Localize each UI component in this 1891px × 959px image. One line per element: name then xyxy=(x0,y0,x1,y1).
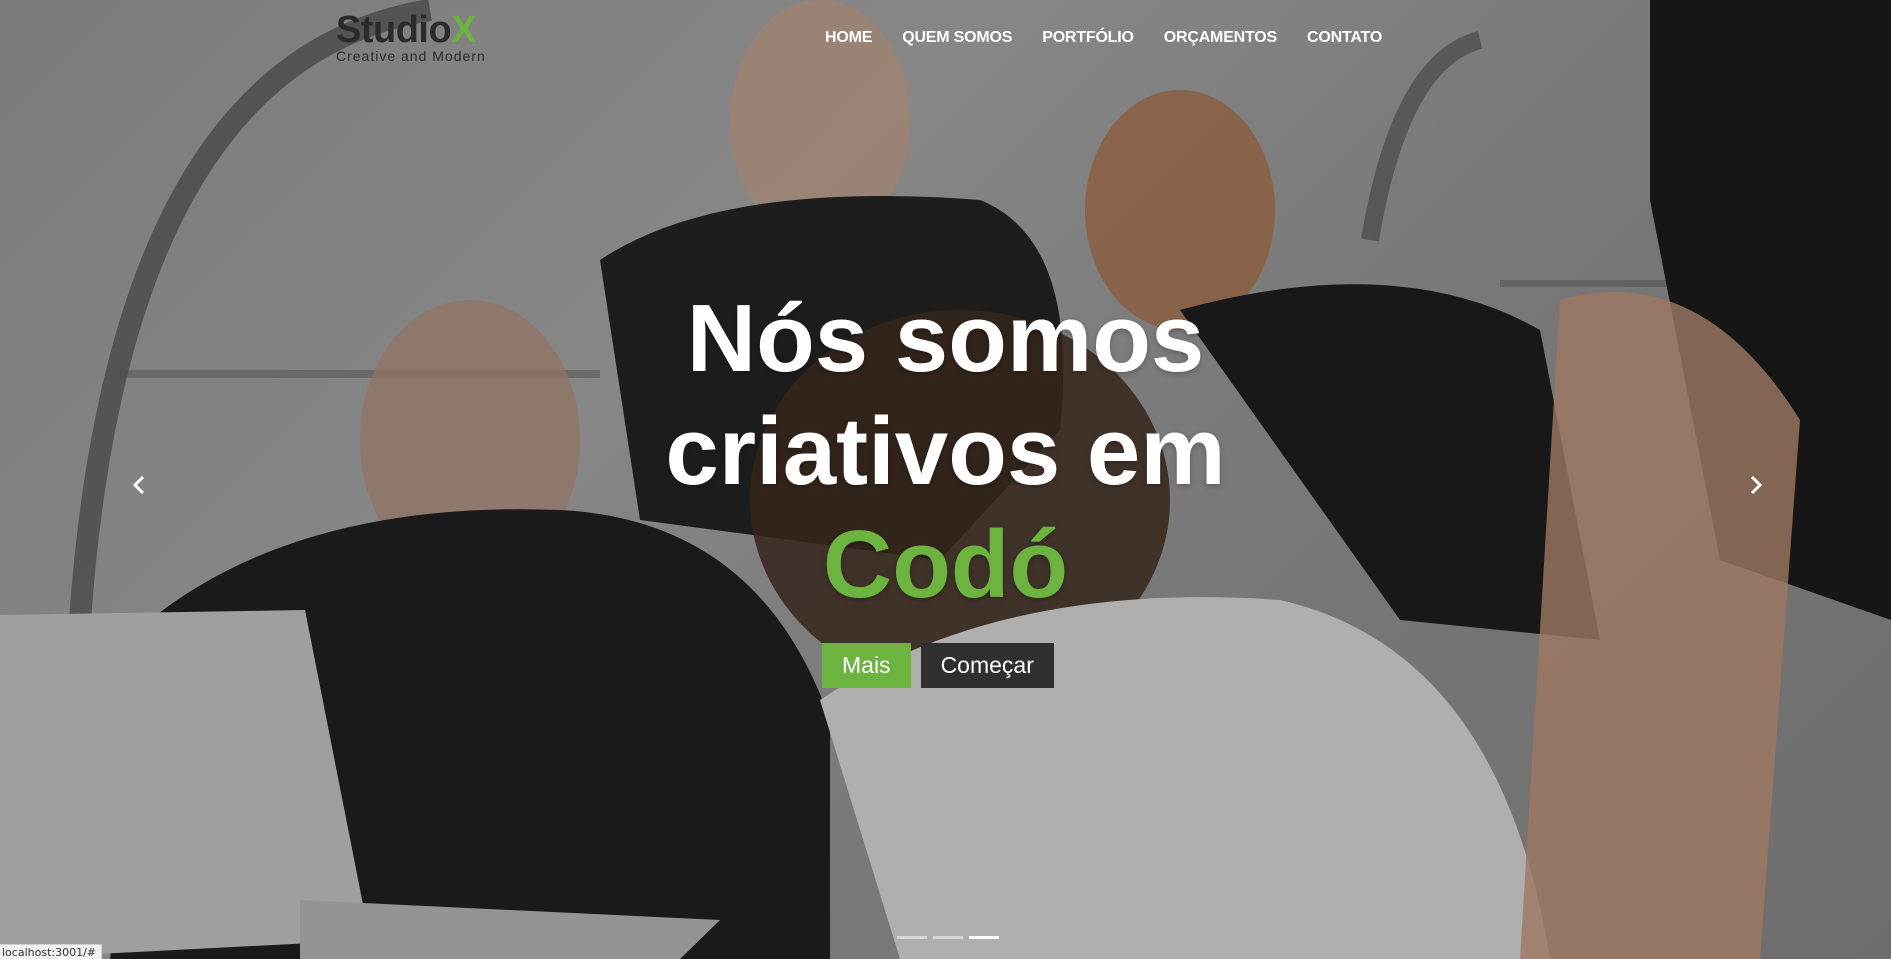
mais-button[interactable]: Mais xyxy=(822,643,911,688)
carousel-indicators xyxy=(897,936,999,939)
brand-tagline: Creative and Modern xyxy=(336,48,486,64)
hero-carousel: StudioX Creative and Modern HOME QUEM SO… xyxy=(0,0,1891,959)
hero-headline: Nós somos criativos em Codó xyxy=(0,282,1891,621)
carousel-indicator-3[interactable] xyxy=(969,936,999,939)
status-bar-url: localhost:3001/# xyxy=(0,944,102,959)
brand-logo[interactable]: StudioX Creative and Modern xyxy=(336,10,486,64)
chevron-right-icon xyxy=(1750,475,1763,495)
carousel-indicator-2[interactable] xyxy=(933,936,963,939)
hero-line-3: Codó xyxy=(822,511,1069,618)
comecar-button[interactable]: Começar xyxy=(920,643,1054,688)
nav-item-contato[interactable]: CONTATO xyxy=(1307,29,1382,47)
main-nav: HOME QUEM SOMOS PORTFÓLIO ORÇAMENTOS CON… xyxy=(825,29,1382,47)
nav-item-home[interactable]: HOME xyxy=(825,29,872,47)
brand-name: StudioX xyxy=(336,9,477,51)
nav-item-portfolio[interactable]: PORTFÓLIO xyxy=(1042,29,1134,47)
carousel-next-button[interactable] xyxy=(1741,470,1771,500)
hero-cta-group: Mais Começar xyxy=(822,643,1054,688)
brand-name-x: X xyxy=(451,9,477,51)
hero-line-2: criativos em xyxy=(665,398,1226,505)
chevron-left-icon xyxy=(132,475,145,495)
nav-item-orcamentos[interactable]: ORÇAMENTOS xyxy=(1164,29,1277,47)
carousel-indicator-1[interactable] xyxy=(897,936,927,939)
nav-item-quem-somos[interactable]: QUEM SOMOS xyxy=(902,29,1012,47)
carousel-prev-button[interactable] xyxy=(124,470,154,500)
hero-line-1: Nós somos xyxy=(686,285,1205,392)
